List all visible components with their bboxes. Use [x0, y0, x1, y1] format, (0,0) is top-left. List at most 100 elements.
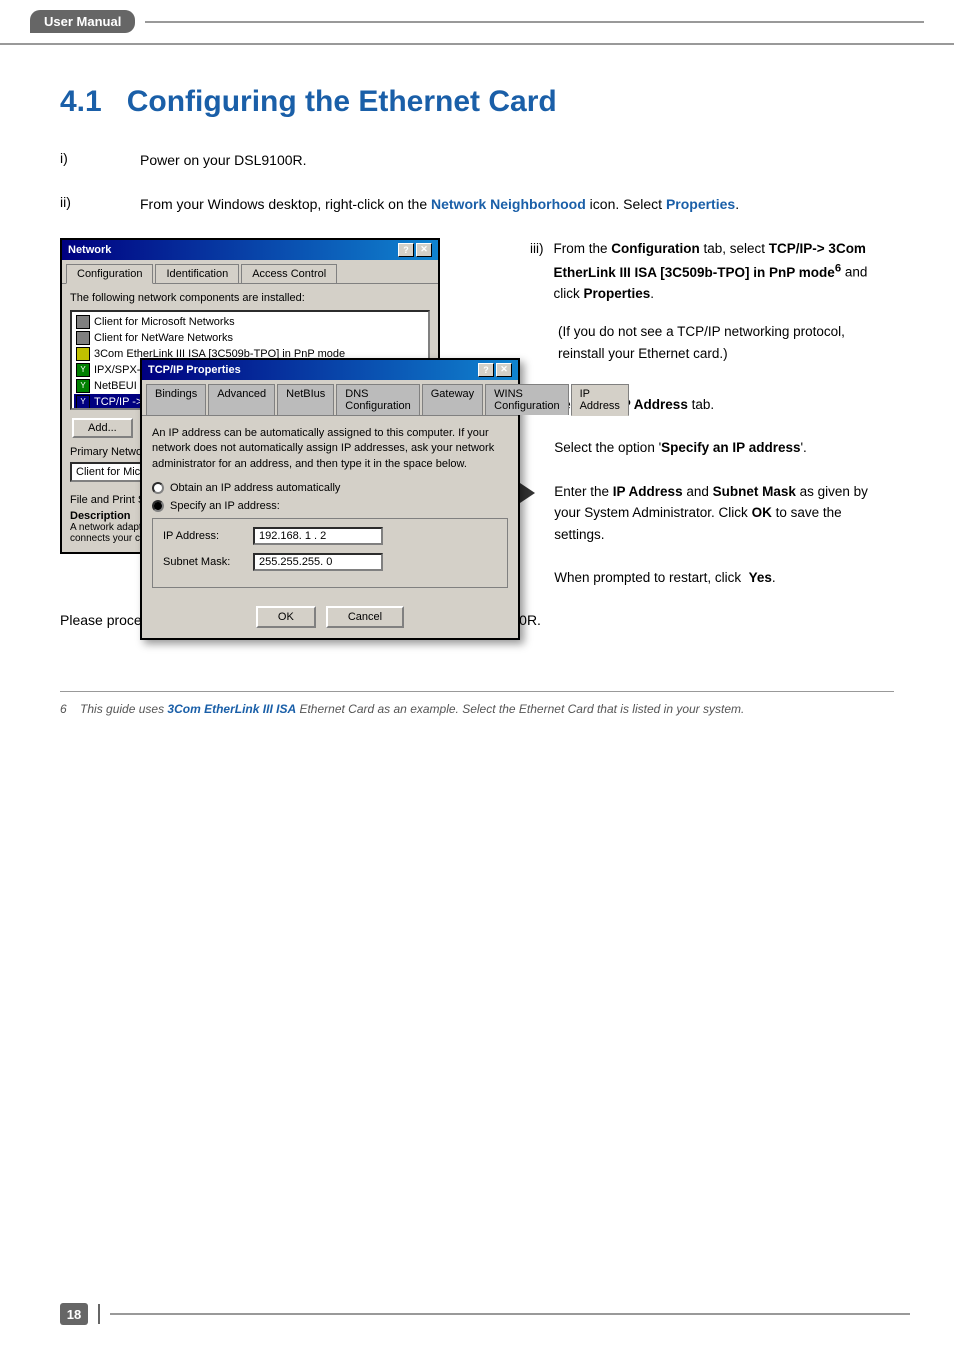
- step-ii: ii) From your Windows desktop, right-cli…: [60, 193, 894, 215]
- step-ii-text-mid: icon. Select: [586, 196, 666, 212]
- tcpip-tabs: Bindings Advanced NetBIus DNS Configurat…: [142, 380, 518, 416]
- config-highlight: Configuration: [611, 241, 699, 256]
- subnet-mask-row: Subnet Mask:: [163, 553, 497, 571]
- section-heading: Configuring the Ethernet Card: [127, 85, 557, 118]
- tab-ip-address[interactable]: IP Address: [571, 384, 629, 416]
- ip-addr-highlight: IP Address: [613, 484, 683, 499]
- section-number: 4.1: [60, 85, 102, 118]
- step-iii-note: (If you do not see a TCP/IP networking p…: [558, 321, 894, 364]
- step-ii-text-end: .: [735, 196, 739, 212]
- tcpip-body: An IP address can be automatically assig…: [142, 416, 518, 598]
- list-item-1: Client for Microsoft Networks: [74, 314, 426, 330]
- radio-specify-row: Specify an IP address:: [152, 500, 508, 512]
- footnote-text-before: This guide uses: [80, 702, 167, 716]
- description-box: Description A network adaptconnects your…: [70, 510, 148, 544]
- step-iv: iv) Select the IP Address tab. Select th…: [530, 394, 894, 588]
- props-highlight: Properties: [584, 286, 651, 301]
- footnote-text-after: Ethernet Card as an example. Select the …: [296, 702, 744, 716]
- ok-highlight: OK: [752, 505, 772, 520]
- page-header: User Manual: [0, 0, 954, 45]
- client-icon-1: [76, 315, 90, 329]
- step-i-text: Power on your DSL9100R.: [140, 149, 894, 171]
- tcpip-close-btn[interactable]: ✕: [496, 363, 512, 377]
- tab-advanced[interactable]: Advanced: [208, 384, 275, 415]
- proto-icon-1: Y: [76, 363, 90, 377]
- network-dialog-titlebar: Network ? ✕: [62, 240, 438, 260]
- step-ii-text-before: From your Windows desktop, right-click o…: [140, 196, 431, 212]
- subnet-mask-input[interactable]: [253, 553, 383, 571]
- add-button[interactable]: Add...: [72, 418, 133, 438]
- tcpip-description: An IP address can be automatically assig…: [152, 426, 508, 472]
- tcpip-ok-button[interactable]: OK: [256, 606, 316, 628]
- tab-gateway[interactable]: Gateway: [422, 384, 483, 415]
- main-content: 4.1 Configuring the Ethernet Card i) Pow…: [0, 45, 954, 746]
- section-title: 4.1 Configuring the Ethernet Card: [60, 85, 894, 119]
- footnote-number: 6: [60, 702, 77, 716]
- description-label: Description: [70, 510, 148, 522]
- footnote-bold: 3Com EtherLink III ISA: [167, 702, 296, 716]
- footer-line: [110, 1313, 910, 1315]
- radio-specify-label: Specify an IP address:: [170, 500, 280, 512]
- tab-identification[interactable]: Identification: [155, 264, 239, 283]
- tcpip-highlight: TCP/IP-> 3Com EtherLink III ISA [3C509b-…: [554, 241, 866, 280]
- radio-auto[interactable]: [152, 482, 164, 494]
- help-button[interactable]: ?: [398, 243, 414, 257]
- network-dialog-title: Network: [68, 244, 111, 256]
- ip-address-row: IP Address:: [163, 527, 497, 545]
- step-iv-text: Select the IP Address tab. Select the op…: [554, 394, 894, 588]
- list-item-2-text: Client for NetWare Networks: [94, 332, 233, 344]
- step-iii: iii) From the Configuration tab, select …: [530, 238, 894, 305]
- tcpip-dialog: TCP/IP Properties ? ✕ Bindings Advanced …: [140, 358, 520, 640]
- ip-address-label: IP Address:: [163, 530, 253, 542]
- step-ii-h1: Network Neighborhood: [431, 196, 586, 212]
- tcpip-title: TCP/IP Properties: [148, 364, 241, 376]
- list-item-2: Client for NetWare Networks: [74, 330, 426, 346]
- tcpip-cancel-button[interactable]: Cancel: [326, 606, 404, 628]
- subnet-highlight: Subnet Mask: [713, 484, 796, 499]
- tcpip-buttons: OK Cancel: [142, 598, 518, 638]
- titlebar-buttons: ? ✕: [398, 243, 432, 257]
- net-icon: [76, 347, 90, 361]
- radio-auto-row: Obtain an IP address automatically: [152, 482, 508, 494]
- description-text: A network adaptconnects your c...: [70, 522, 148, 544]
- list-item-1-text: Client for Microsoft Networks: [94, 316, 235, 328]
- ip-group-box: IP Address: Subnet Mask:: [152, 518, 508, 588]
- yes-highlight: Yes: [749, 570, 772, 585]
- manual-label: User Manual: [30, 10, 135, 33]
- footer-divider: [98, 1304, 100, 1324]
- close-button[interactable]: ✕: [416, 243, 432, 257]
- tcpip-titlebar: TCP/IP Properties ? ✕: [142, 360, 518, 380]
- proto-icon-2: Y: [76, 379, 90, 393]
- step-iii-num: iii): [530, 238, 544, 305]
- list-item-5-text: NetBEUI: [94, 380, 137, 392]
- tab-access-control[interactable]: Access Control: [241, 264, 337, 283]
- proto-icon-3: Y: [76, 395, 90, 409]
- dialog-section: Network ? ✕ Configuration Identification…: [60, 238, 894, 589]
- specify-ip-highlight: Specify an IP address: [661, 440, 800, 455]
- step-ii-h2: Properties: [666, 196, 735, 212]
- tab-configuration[interactable]: Configuration: [66, 264, 153, 284]
- header-line: [145, 21, 924, 23]
- step-ii-text: From your Windows desktop, right-click o…: [140, 193, 894, 215]
- step-iii-text: From the Configuration tab, select TCP/I…: [554, 238, 895, 305]
- step-i: i) Power on your DSL9100R.: [60, 149, 894, 171]
- page-footer: 18: [60, 1303, 910, 1325]
- radio-specify[interactable]: [152, 500, 164, 512]
- network-components-label: The following network components are ins…: [70, 292, 430, 304]
- tab-dns[interactable]: DNS Configuration: [336, 384, 419, 415]
- tcpip-help-btn[interactable]: ?: [478, 363, 494, 377]
- footnote: 6 This guide uses 3Com EtherLink III ISA…: [60, 691, 894, 716]
- tcpip-titlebar-btns: ? ✕: [478, 363, 512, 377]
- subnet-mask-label: Subnet Mask:: [163, 556, 253, 568]
- network-dialog-tabs: Configuration Identification Access Cont…: [62, 260, 438, 284]
- tab-netbius[interactable]: NetBIus: [277, 384, 334, 415]
- step-i-num: i): [60, 149, 140, 166]
- dialog-container: Network ? ✕ Configuration Identification…: [60, 238, 500, 554]
- page-number: 18: [60, 1303, 88, 1325]
- tab-bindings[interactable]: Bindings: [146, 384, 206, 415]
- step-ii-num: ii): [60, 193, 140, 210]
- radio-auto-label: Obtain an IP address automatically: [170, 482, 340, 494]
- client-icon-2: [76, 331, 90, 345]
- ip-address-input[interactable]: [253, 527, 383, 545]
- tab-wins[interactable]: WINS Configuration: [485, 384, 568, 415]
